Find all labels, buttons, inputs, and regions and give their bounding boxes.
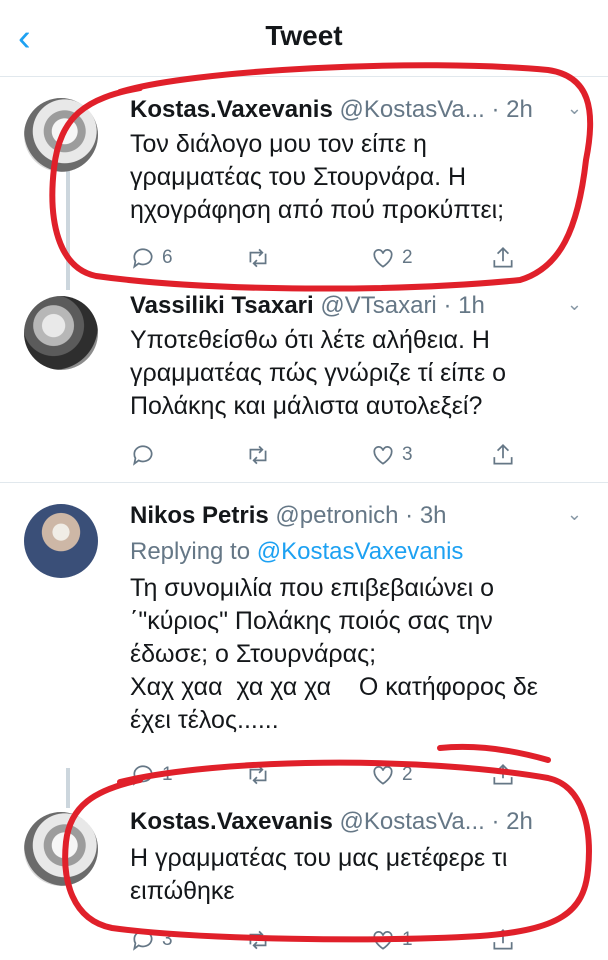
reply-icon [133, 765, 153, 786]
avatar[interactable] [24, 504, 98, 578]
share-button[interactable] [490, 760, 516, 790]
share-icon [493, 764, 513, 785]
tweet-actions: 6 2 [130, 243, 520, 273]
reply-icon [133, 248, 153, 269]
author-handle[interactable]: @petronich [275, 502, 398, 529]
divider [0, 482, 608, 483]
retweet-icon [249, 248, 267, 268]
like-button[interactable]: 2 [370, 243, 413, 273]
reply-count: 1 [162, 764, 173, 785]
tweet-text: Υποτεθείσθω ότι λέτε αλήθεια. Η γραμματέ… [130, 326, 507, 420]
author-name[interactable]: Kostas.Vaxevanis [130, 808, 333, 835]
retweet-icon [249, 445, 267, 465]
like-count: 2 [402, 247, 413, 268]
author-name[interactable]: Kostas.Vaxevanis [130, 96, 333, 123]
reply-button[interactable]: 1 [130, 760, 173, 790]
share-button[interactable] [490, 925, 516, 955]
share-icon [493, 929, 513, 950]
author-handle[interactable]: @VTsaxari [320, 292, 436, 319]
top-bar: ‹ Tweet [0, 0, 608, 77]
tweet-time: · 1h [443, 292, 485, 319]
author-name[interactable]: Nikos Petris [130, 502, 269, 529]
like-icon [373, 931, 393, 950]
tweet-header: Vassiliki Tsaxari @VTsaxari · 1h [130, 292, 568, 320]
page-title: Tweet [265, 20, 343, 51]
author-handle[interactable]: @KostasVa... [339, 96, 484, 123]
like-button[interactable]: 2 [370, 760, 413, 790]
like-icon [373, 249, 393, 268]
tweet-header: Nikos Petris @petronich · 3h [130, 502, 568, 530]
reply-count: 3 [162, 929, 173, 950]
tweet-text: Η γραμματέας του μας μετέφερε τι ειπώθηκ… [130, 844, 508, 905]
share-button[interactable] [490, 243, 516, 273]
like-count: 1 [402, 929, 413, 950]
retweet-button[interactable] [245, 925, 277, 955]
replying-to: Replying to @KostasVaxevanis [130, 538, 463, 566]
more-caret-icon[interactable]: ⌄ [567, 504, 582, 525]
author-handle[interactable]: @KostasVa... [339, 808, 484, 835]
more-caret-icon[interactable]: ⌄ [567, 294, 582, 315]
reply-count: 6 [162, 247, 173, 268]
replying-handle-link[interactable]: @KostasVaxevanis [257, 538, 464, 565]
avatar[interactable] [24, 98, 98, 172]
tweet-time: · 2h [491, 96, 533, 123]
like-button[interactable]: 1 [370, 925, 413, 955]
reply-button[interactable]: 3 [130, 925, 173, 955]
thread-line [66, 168, 70, 290]
tweet-text: Τη συνομιλία που επιβεβαιώνει ο ΄"κύριος… [130, 574, 538, 734]
like-count: 2 [402, 764, 413, 785]
avatar[interactable] [24, 296, 98, 370]
reply-icon [133, 930, 153, 951]
tweet-actions: 3 [130, 440, 520, 470]
replying-label: Replying to [130, 538, 251, 565]
like-count: 3 [402, 444, 413, 465]
thread-line [66, 768, 70, 808]
tweet-actions: 1 2 [130, 760, 520, 790]
like-button[interactable]: 3 [370, 440, 413, 470]
author-name[interactable]: Vassiliki Tsaxari [130, 292, 314, 319]
tweet-actions: 3 1 [130, 925, 520, 955]
like-icon [373, 446, 393, 465]
tweet-header: Kostas.Vaxevanis @KostasVa... · 2h [130, 808, 568, 836]
share-button[interactable] [490, 440, 516, 470]
more-caret-icon[interactable]: ⌄ [567, 98, 582, 119]
reply-button[interactable]: 6 [130, 243, 173, 273]
tweet-text: Τον διάλογο μου τον είπε η γραμματέας το… [130, 130, 505, 224]
tweet-time: · 2h [491, 808, 533, 835]
retweet-button[interactable] [245, 440, 277, 470]
retweet-icon [249, 765, 267, 785]
like-icon [373, 766, 393, 785]
share-icon [493, 444, 513, 465]
reply-icon [133, 445, 153, 466]
tweet-header: Kostas.Vaxevanis @KostasVa... · 2h [130, 96, 568, 124]
share-icon [493, 247, 513, 268]
retweet-button[interactable] [245, 243, 277, 273]
tweet-time: · 3h [405, 502, 447, 529]
avatar[interactable] [24, 812, 98, 886]
reply-button[interactable] [130, 440, 162, 470]
retweet-button[interactable] [245, 760, 277, 790]
retweet-icon [249, 930, 267, 950]
